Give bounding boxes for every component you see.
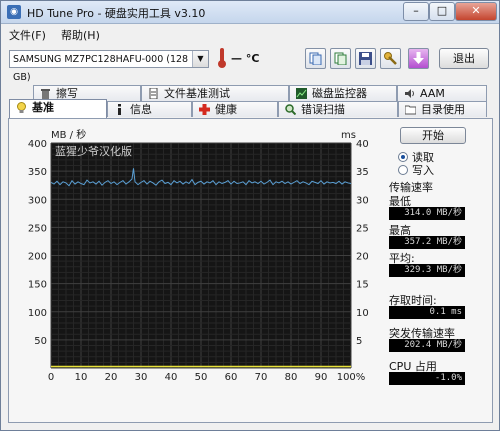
left-tick-label: 100 bbox=[28, 308, 47, 319]
right-tick-label: 10 bbox=[356, 308, 369, 319]
right-axis-label: ms bbox=[341, 130, 356, 141]
right-tick-label: 20 bbox=[356, 252, 369, 263]
chart-watermark: 蓝猩少爷汉化版 bbox=[55, 144, 132, 158]
x-tick-label: 10 bbox=[75, 372, 88, 383]
x-tick-label: 70 bbox=[255, 372, 268, 383]
access-time-display: 0.1 ms bbox=[389, 306, 465, 319]
x-axis-ticks: 0 10 20 30 40 50 60 70 80 90 100% bbox=[48, 372, 365, 383]
left-tick-label: 150 bbox=[28, 280, 47, 291]
tab-benchmark-label: 基准 bbox=[32, 101, 54, 114]
right-tick-label: 35 bbox=[356, 167, 369, 178]
app-window: ◉ HD Tune Pro - 硬盘实用工具 v3.10 – □ ✕ 文件(F)… bbox=[0, 0, 500, 431]
x-tick-label: 30 bbox=[135, 372, 148, 383]
cpu-usage-display: -1.0% bbox=[389, 372, 465, 385]
right-tick-label: 25 bbox=[356, 223, 369, 234]
right-tick-label: 40 bbox=[356, 139, 369, 150]
left-tick-label: 400 bbox=[28, 139, 47, 150]
left-tick-label: 300 bbox=[28, 195, 47, 206]
right-tick-label: 5 bbox=[356, 336, 362, 347]
left-tick-label: 350 bbox=[28, 167, 47, 178]
right-axis-ticks: 5 10 15 20 25 30 35 40 bbox=[356, 139, 369, 347]
read-radio[interactable] bbox=[398, 152, 408, 162]
x-tick-label: 80 bbox=[285, 372, 298, 383]
chart-grid bbox=[50, 142, 352, 369]
lightbulb-icon bbox=[17, 102, 26, 113]
left-tick-label: 200 bbox=[28, 252, 47, 263]
avg-value-display: 329.3 MB/秒 bbox=[389, 264, 465, 277]
write-radio[interactable] bbox=[398, 165, 408, 175]
min-value-display: 314.0 MB/秒 bbox=[389, 207, 465, 220]
x-tick-label: 50 bbox=[195, 372, 208, 383]
left-axis-label: MB / 秒 bbox=[51, 128, 86, 141]
tab-benchmark[interactable]: 基准 bbox=[9, 99, 107, 118]
x-tick-label: 40 bbox=[165, 372, 178, 383]
right-tick-label: 30 bbox=[356, 195, 369, 206]
x-tick-label: 60 bbox=[225, 372, 238, 383]
x-tick-label: 90 bbox=[315, 372, 328, 383]
x-tick-label: 20 bbox=[105, 372, 118, 383]
right-tick-label: 15 bbox=[356, 280, 369, 291]
start-button[interactable]: 开始 bbox=[400, 127, 466, 144]
burst-rate-display: 202.4 MB/秒 bbox=[389, 339, 465, 352]
left-tick-label: 50 bbox=[34, 336, 47, 347]
left-tick-label: 250 bbox=[28, 223, 47, 234]
x-tick-label: 0 bbox=[48, 372, 54, 383]
x-tick-label: 100% bbox=[337, 372, 366, 383]
max-value-display: 357.2 MB/秒 bbox=[389, 236, 465, 249]
write-label: 写入 bbox=[412, 164, 434, 177]
left-axis-ticks: 50 100 150 200 250 300 350 400 bbox=[28, 139, 47, 347]
